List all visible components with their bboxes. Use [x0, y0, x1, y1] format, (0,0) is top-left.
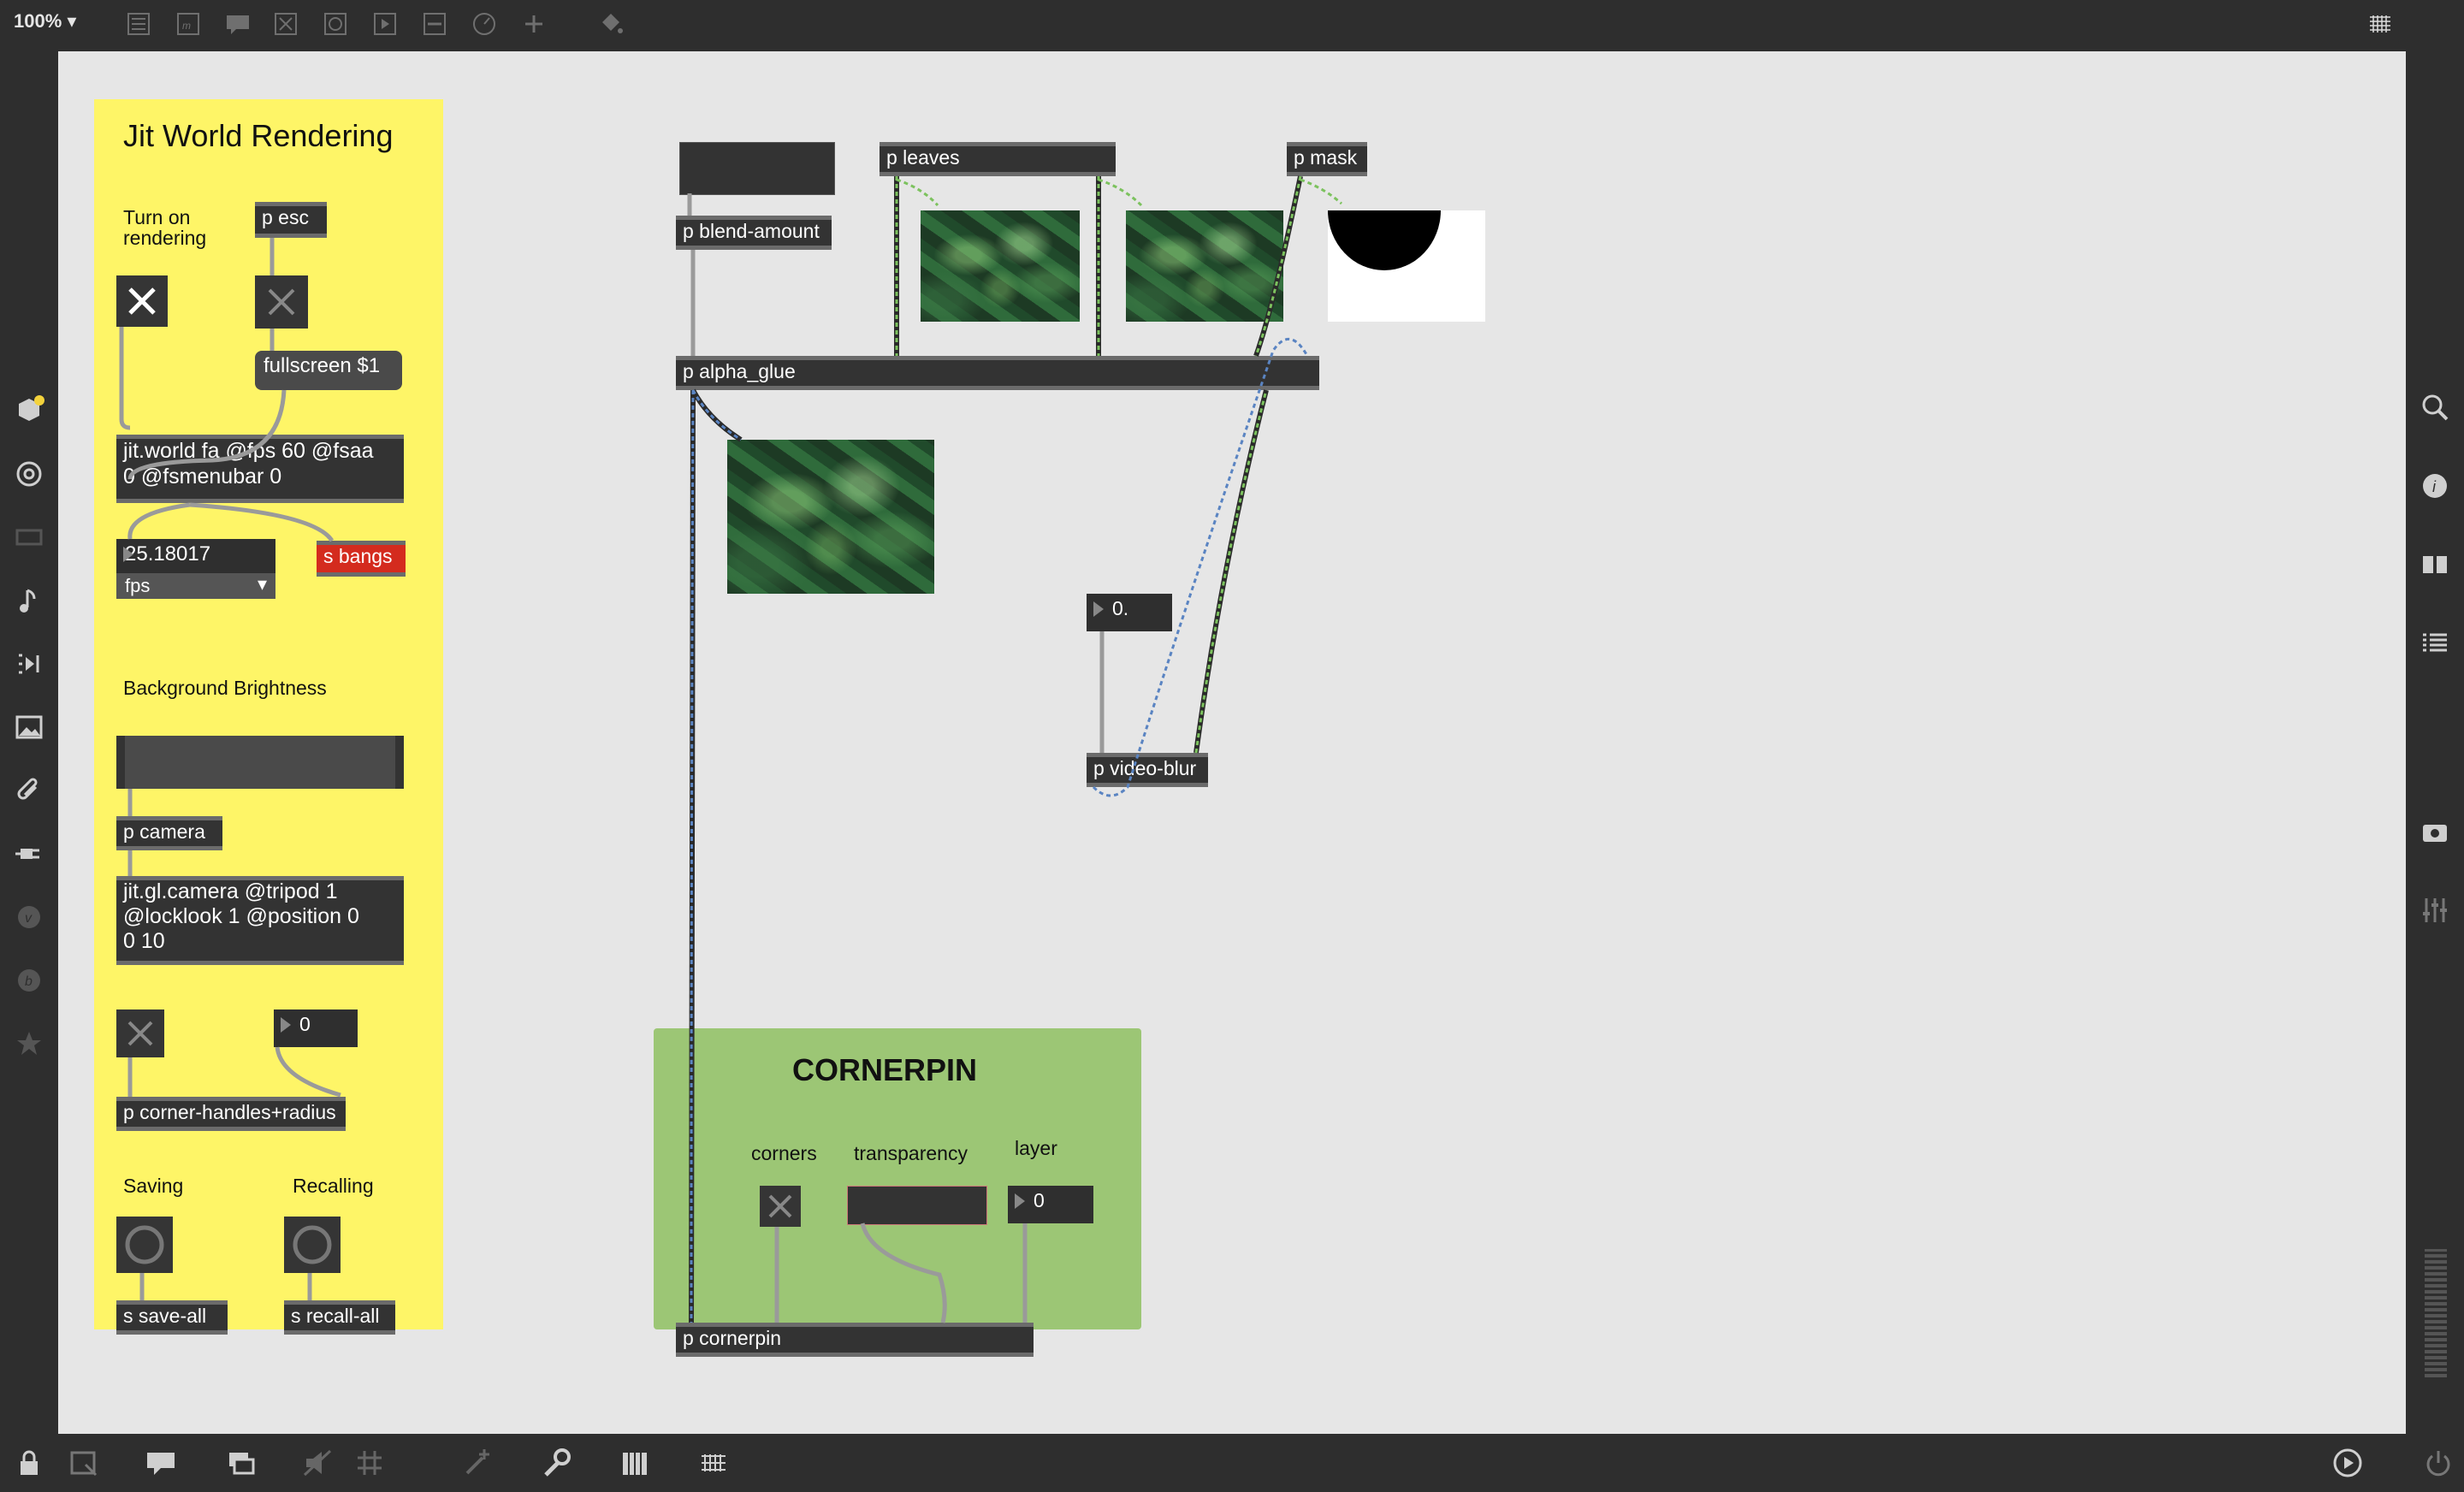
transparency-label: transparency: [854, 1142, 968, 1164]
cornerpin-title: CORNERPIN: [792, 1052, 978, 1087]
slider-icon[interactable]: [419, 9, 450, 39]
paperclip-icon[interactable]: [12, 773, 46, 808]
bottom-toolbar: [0, 1434, 2464, 1492]
layer-number[interactable]: 0: [1008, 1186, 1093, 1223]
fps-umenu[interactable]: fps ▾: [116, 573, 275, 599]
alpha-glue-object[interactable]: p alpha_glue: [676, 356, 1319, 390]
blend-amount-object[interactable]: p blend-amount: [676, 216, 832, 250]
radius-number[interactable]: 0: [274, 1009, 358, 1047]
corner-handles-toggle[interactable]: [116, 1009, 164, 1057]
saving-label: Saving: [123, 1175, 184, 1197]
power-icon[interactable]: [2421, 1446, 2455, 1480]
plugin-icon[interactable]: [12, 837, 46, 871]
corners-label: corners: [751, 1142, 817, 1164]
lock-icon[interactable]: [12, 1446, 46, 1480]
save-button[interactable]: [116, 1217, 173, 1273]
presentation-icon[interactable]: [123, 9, 154, 39]
list-icon[interactable]: [2418, 626, 2452, 660]
favorites-star-icon[interactable]: [12, 1027, 46, 1061]
fullscreen-message[interactable]: fullscreen $1: [255, 351, 402, 390]
recall-all-object[interactable]: s recall-all: [284, 1300, 395, 1335]
mixer-icon[interactable]: [2418, 893, 2452, 927]
corner-handles-object[interactable]: p corner-handles+radius: [116, 1097, 346, 1131]
send-bangs-object[interactable]: s bangs: [317, 541, 406, 577]
comment-icon[interactable]: [222, 9, 253, 39]
jit-world-object[interactable]: jit.world fa @fps 60 @fsaa 0 @fsmenubar …: [116, 435, 404, 503]
right-sidebar: i: [2406, 51, 2464, 1434]
output-preview: [727, 440, 934, 594]
piano-icon[interactable]: [618, 1446, 652, 1480]
svg-text:b: b: [25, 974, 33, 989]
render-toggle[interactable]: [116, 275, 168, 327]
gl-camera-object[interactable]: jit.gl.camera @tripod 1 @locklook 1 @pos…: [116, 876, 404, 965]
windows-icon[interactable]: [224, 1446, 258, 1480]
mute-icon[interactable]: [301, 1446, 335, 1480]
leaves-preview-2: [1126, 210, 1283, 322]
music-note-icon[interactable]: [12, 583, 46, 618]
mask-preview: [1328, 210, 1485, 322]
fps-number[interactable]: 25.18017: [116, 539, 275, 573]
search-icon[interactable]: [2418, 390, 2452, 424]
paint-bucket-icon[interactable]: [595, 9, 626, 39]
layer-label: layer: [1015, 1137, 1057, 1159]
keyboard-icon[interactable]: [696, 1446, 731, 1480]
blur-number[interactable]: 0.: [1087, 594, 1172, 631]
button-icon[interactable]: [320, 9, 351, 39]
turn-on-rendering-label: Turn on rendering: [123, 206, 207, 249]
info-icon[interactable]: i: [2418, 469, 2452, 503]
save-all-object[interactable]: s save-all: [116, 1300, 228, 1335]
zoom-menu[interactable]: 100% ▾: [14, 10, 76, 33]
playlist-icon[interactable]: [12, 647, 46, 681]
grid-keyboard-icon[interactable]: [2365, 9, 2396, 39]
comment-bubble-icon[interactable]: [144, 1446, 178, 1480]
recalling-label: Recalling: [293, 1175, 374, 1197]
leaves-object[interactable]: p leaves: [880, 142, 1116, 176]
cornerpin-object[interactable]: p cornerpin: [676, 1323, 1034, 1357]
grid-icon[interactable]: [352, 1446, 387, 1480]
brightness-slider[interactable]: [116, 736, 404, 789]
leaves-preview-1: [921, 210, 1080, 322]
message-icon[interactable]: [370, 9, 400, 39]
patcher-canvas[interactable]: Jit World Rendering Turn on rendering p …: [58, 51, 2406, 1434]
panel-title: Jit World Rendering: [123, 118, 394, 153]
camera-object[interactable]: p camera: [116, 816, 222, 850]
text-icon[interactable]: m: [173, 9, 204, 39]
video-blur-object[interactable]: p video-blur: [1087, 753, 1208, 787]
presentation-toggle-icon[interactable]: [67, 1446, 101, 1480]
recall-button[interactable]: [284, 1217, 341, 1273]
bpatcher-icon[interactable]: b: [12, 963, 46, 998]
snapshot-icon[interactable]: [2418, 814, 2452, 849]
chevron-down-icon: ▾: [257, 573, 267, 595]
dial-icon[interactable]: [469, 9, 500, 39]
play-circle-icon[interactable]: [2331, 1446, 2365, 1480]
image-icon[interactable]: [12, 710, 46, 744]
fullscreen-toggle[interactable]: [255, 275, 308, 329]
background-brightness-label: Background Brightness: [123, 677, 327, 699]
add-icon[interactable]: [518, 9, 549, 39]
blend-number-display[interactable]: [679, 142, 835, 195]
level-meter: [2425, 1249, 2447, 1377]
left-sidebar: v b: [0, 51, 58, 1434]
vizzie-icon[interactable]: v: [12, 900, 46, 934]
svg-text:m: m: [182, 20, 191, 32]
object-cube-icon[interactable]: [12, 394, 46, 428]
wrench-icon[interactable]: [539, 1446, 573, 1480]
esc-object[interactable]: p esc: [255, 202, 327, 238]
toggle-icon[interactable]: [270, 9, 301, 39]
transparency-slider[interactable]: [847, 1186, 987, 1225]
top-toolbar: 100% ▾ m: [0, 0, 2464, 51]
reference-icon[interactable]: [2418, 548, 2452, 582]
corners-toggle[interactable]: [760, 1186, 801, 1227]
mask-object[interactable]: p mask: [1287, 142, 1367, 176]
svg-text:v: v: [25, 911, 33, 926]
display-icon[interactable]: [12, 520, 46, 554]
target-icon[interactable]: [12, 457, 46, 491]
add-object-icon[interactable]: [460, 1446, 495, 1480]
